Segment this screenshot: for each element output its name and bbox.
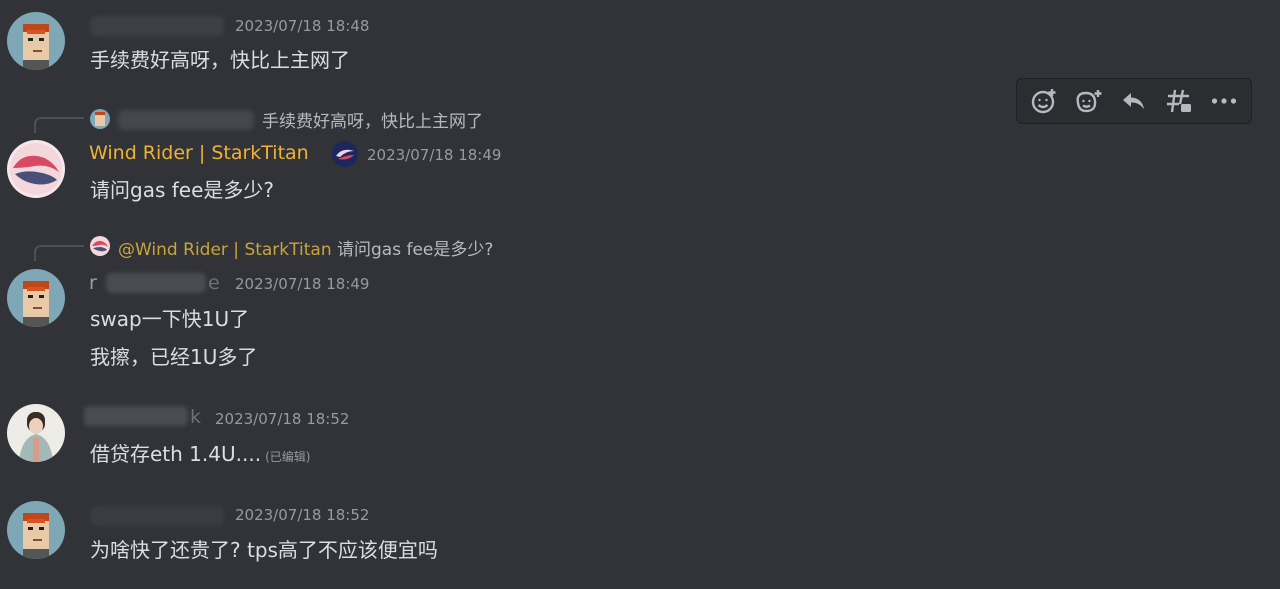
message-action-toolbar xyxy=(1016,78,1252,124)
role-badge-icon xyxy=(332,141,358,167)
message-text: 借贷存eth 1.4U.... (已编辑) xyxy=(90,438,310,467)
reply-preview[interactable]: @Wind Rider | StarkTitan 请问gas fee是多少? xyxy=(118,235,493,260)
user-avatar[interactable] xyxy=(7,12,65,70)
message-text: 我擦，已经1U多了 xyxy=(90,345,258,369)
username-redacted[interactable] xyxy=(84,406,188,426)
user-avatar[interactable] xyxy=(7,140,65,198)
reply-preview[interactable]: 手续费好高呀，快比上主网了 xyxy=(262,107,483,132)
reply-preview-text: 请问gas fee是多少? xyxy=(337,240,494,260)
user-avatar[interactable] xyxy=(7,404,65,462)
reply-mention[interactable]: @Wind Rider | StarkTitan xyxy=(118,240,332,260)
user-avatar[interactable] xyxy=(7,269,65,327)
username-redacted[interactable] xyxy=(90,506,224,526)
username-redacted[interactable] xyxy=(106,273,206,293)
edited-label: (已编辑) xyxy=(265,450,311,464)
reply-connector xyxy=(34,117,84,133)
timestamp: 2023/07/18 18:52 xyxy=(235,506,370,524)
username-redacted[interactable] xyxy=(90,16,224,36)
message-text: 手续费好高呀，快比上主网了 xyxy=(90,48,350,72)
username-fragment[interactable]: e xyxy=(208,272,220,294)
timestamp: 2023/07/18 18:49 xyxy=(235,275,370,293)
reply-icon[interactable] xyxy=(1115,82,1153,120)
username[interactable]: Wind Rider | StarkTitan xyxy=(89,142,309,164)
reply-avatar xyxy=(90,109,110,129)
timestamp: 2023/07/18 18:49 xyxy=(367,146,502,164)
message-text: 请问gas fee是多少? xyxy=(90,178,274,202)
create-thread-icon[interactable] xyxy=(1160,82,1198,120)
username-fragment[interactable]: r xyxy=(89,272,97,294)
more-icon[interactable] xyxy=(1205,82,1243,120)
reply-avatar xyxy=(90,236,110,256)
message-text: swap一下快1U了 xyxy=(90,307,250,331)
add-super-reaction-icon[interactable] xyxy=(1070,82,1108,120)
timestamp: 2023/07/18 18:48 xyxy=(235,17,370,35)
username-fragment[interactable]: k xyxy=(190,406,201,428)
message-text: 为啥快了还贵了? tps高了不应该便宜吗 xyxy=(90,538,438,562)
user-avatar[interactable] xyxy=(7,501,65,559)
reply-connector xyxy=(34,245,84,261)
reply-username-redacted[interactable] xyxy=(118,110,254,130)
message-body: 借贷存eth 1.4U.... xyxy=(90,442,262,466)
chat-message-list: 2023/07/18 18:48 手续费好高呀，快比上主网了 手续费好高呀，快比… xyxy=(0,0,1280,589)
add-reaction-icon[interactable] xyxy=(1025,82,1063,120)
timestamp: 2023/07/18 18:52 xyxy=(215,410,350,428)
